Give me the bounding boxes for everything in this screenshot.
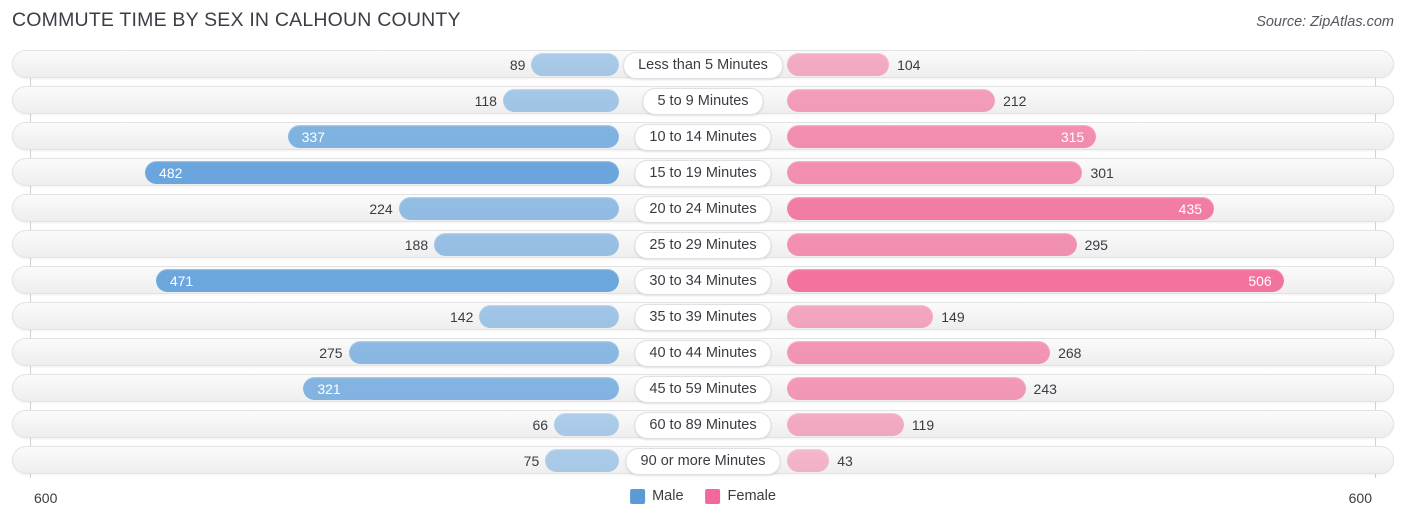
bar-male[interactable]	[145, 161, 619, 184]
value-label-female: 435	[1178, 201, 1203, 217]
chart-root: COMMUTE TIME BY SEX IN CALHOUN COUNTY So…	[0, 0, 1406, 522]
value-label-female: 243	[1033, 381, 1057, 397]
table-row[interactable]: 89 104 Less than 5 Minutes	[12, 50, 1394, 79]
bar-male[interactable]	[502, 89, 619, 112]
table-row[interactable]: 337 315 10 to 14 Minutes	[12, 122, 1394, 151]
category-label: 35 to 39 Minutes	[634, 304, 772, 331]
table-row[interactable]: 275 268 40 to 44 Minutes	[12, 338, 1394, 367]
legend-swatch-icon	[705, 488, 721, 504]
bar-female[interactable]	[787, 233, 1077, 256]
category-label: 10 to 14 Minutes	[634, 124, 772, 151]
category-label: 60 to 89 Minutes	[634, 412, 772, 439]
bar-male[interactable]	[348, 341, 619, 364]
legend-label: Female	[727, 488, 776, 504]
value-label-male: 188	[404, 237, 429, 253]
value-label-female: 295	[1084, 237, 1108, 253]
axis-max-right-label: 600	[1348, 490, 1372, 506]
chart-header: COMMUTE TIME BY SEX IN CALHOUN COUNTY So…	[0, 0, 1406, 42]
value-label-female: 301	[1090, 165, 1114, 181]
value-label-male: 471	[169, 273, 194, 289]
table-row[interactable]: 188 295 25 to 29 Minutes	[12, 230, 1394, 259]
value-label-female: 315	[1060, 129, 1085, 145]
table-row[interactable]: 321 243 45 to 59 Minutes	[12, 374, 1394, 403]
legend-label: Male	[652, 488, 684, 504]
value-label-male: 66	[532, 417, 549, 433]
legend: Male Female	[630, 488, 776, 504]
value-label-female: 268	[1058, 345, 1082, 361]
bar-female[interactable]	[787, 89, 996, 112]
bar-female[interactable]	[787, 413, 904, 436]
page-title: COMMUTE TIME BY SEX IN CALHOUN COUNTY	[12, 9, 461, 31]
bar-male[interactable]	[479, 305, 619, 328]
value-label-female: 104	[897, 57, 921, 73]
value-label-male: 118	[474, 93, 497, 109]
category-label: 15 to 19 Minutes	[634, 160, 772, 187]
bar-female[interactable]	[787, 377, 1026, 400]
bar-male[interactable]	[434, 233, 619, 256]
table-row[interactable]: 471 506 30 to 34 Minutes	[12, 266, 1394, 295]
value-label-female: 506	[1248, 273, 1272, 289]
bar-female[interactable]	[787, 125, 1097, 148]
category-label: 30 to 34 Minutes	[634, 268, 772, 295]
chart-footer: 600 600 Male Female	[0, 486, 1406, 516]
bar-male[interactable]	[545, 449, 619, 472]
value-label-male: 275	[319, 345, 343, 361]
source-attribution: Source: ZipAtlas.com	[1256, 14, 1394, 30]
axis-max-left-label: 600	[34, 490, 58, 506]
value-label-male: 321	[317, 381, 341, 397]
category-label: 40 to 44 Minutes	[634, 340, 772, 367]
value-label-male: 482	[159, 165, 183, 181]
value-label-female: 43	[837, 453, 853, 469]
bar-male[interactable]	[303, 377, 619, 400]
bar-male[interactable]	[287, 125, 619, 148]
bar-male[interactable]	[531, 53, 619, 76]
bar-male[interactable]	[398, 197, 619, 220]
category-label: 20 to 24 Minutes	[634, 196, 772, 223]
plot-area: 89 104 Less than 5 Minutes 118 212 5 to 9 Min…	[0, 50, 1406, 485]
bar-female[interactable]	[787, 341, 1051, 364]
value-label-male: 142	[450, 309, 474, 325]
bar-female[interactable]	[787, 197, 1215, 220]
legend-swatch-icon	[630, 488, 646, 504]
bar-female[interactable]	[787, 305, 934, 328]
category-label: 45 to 59 Minutes	[634, 376, 772, 403]
value-label-male: 75	[523, 453, 540, 469]
table-row[interactable]: 224 435 20 to 24 Minutes	[12, 194, 1394, 223]
bar-female[interactable]	[787, 53, 890, 76]
legend-item-female[interactable]: Female	[705, 488, 776, 504]
table-row[interactable]: 66 119 60 to 89 Minutes	[12, 410, 1394, 439]
category-label: 25 to 29 Minutes	[634, 232, 772, 259]
category-label: 5 to 9 Minutes	[642, 88, 764, 115]
bar-female[interactable]	[787, 269, 1284, 292]
legend-item-male[interactable]: Male	[630, 488, 684, 504]
category-label: 90 or more Minutes	[625, 448, 781, 475]
value-label-male: 89	[509, 57, 526, 73]
bar-female[interactable]	[787, 449, 830, 472]
bar-male[interactable]	[554, 413, 619, 436]
table-row[interactable]: 75 43 90 or more Minutes	[12, 446, 1394, 475]
bar-female[interactable]	[787, 161, 1083, 184]
value-label-female: 119	[911, 417, 935, 433]
value-label-male: 224	[369, 201, 393, 217]
table-row[interactable]: 142 149 35 to 39 Minutes	[12, 302, 1394, 331]
value-label-male: 337	[301, 129, 325, 145]
value-label-female: 149	[941, 309, 965, 325]
table-row[interactable]: 118 212 5 to 9 Minutes	[12, 86, 1394, 115]
value-label-female: 212	[1003, 93, 1027, 109]
bar-male[interactable]	[155, 269, 619, 292]
table-row[interactable]: 482 301 15 to 19 Minutes	[12, 158, 1394, 187]
category-label: Less than 5 Minutes	[623, 52, 783, 79]
